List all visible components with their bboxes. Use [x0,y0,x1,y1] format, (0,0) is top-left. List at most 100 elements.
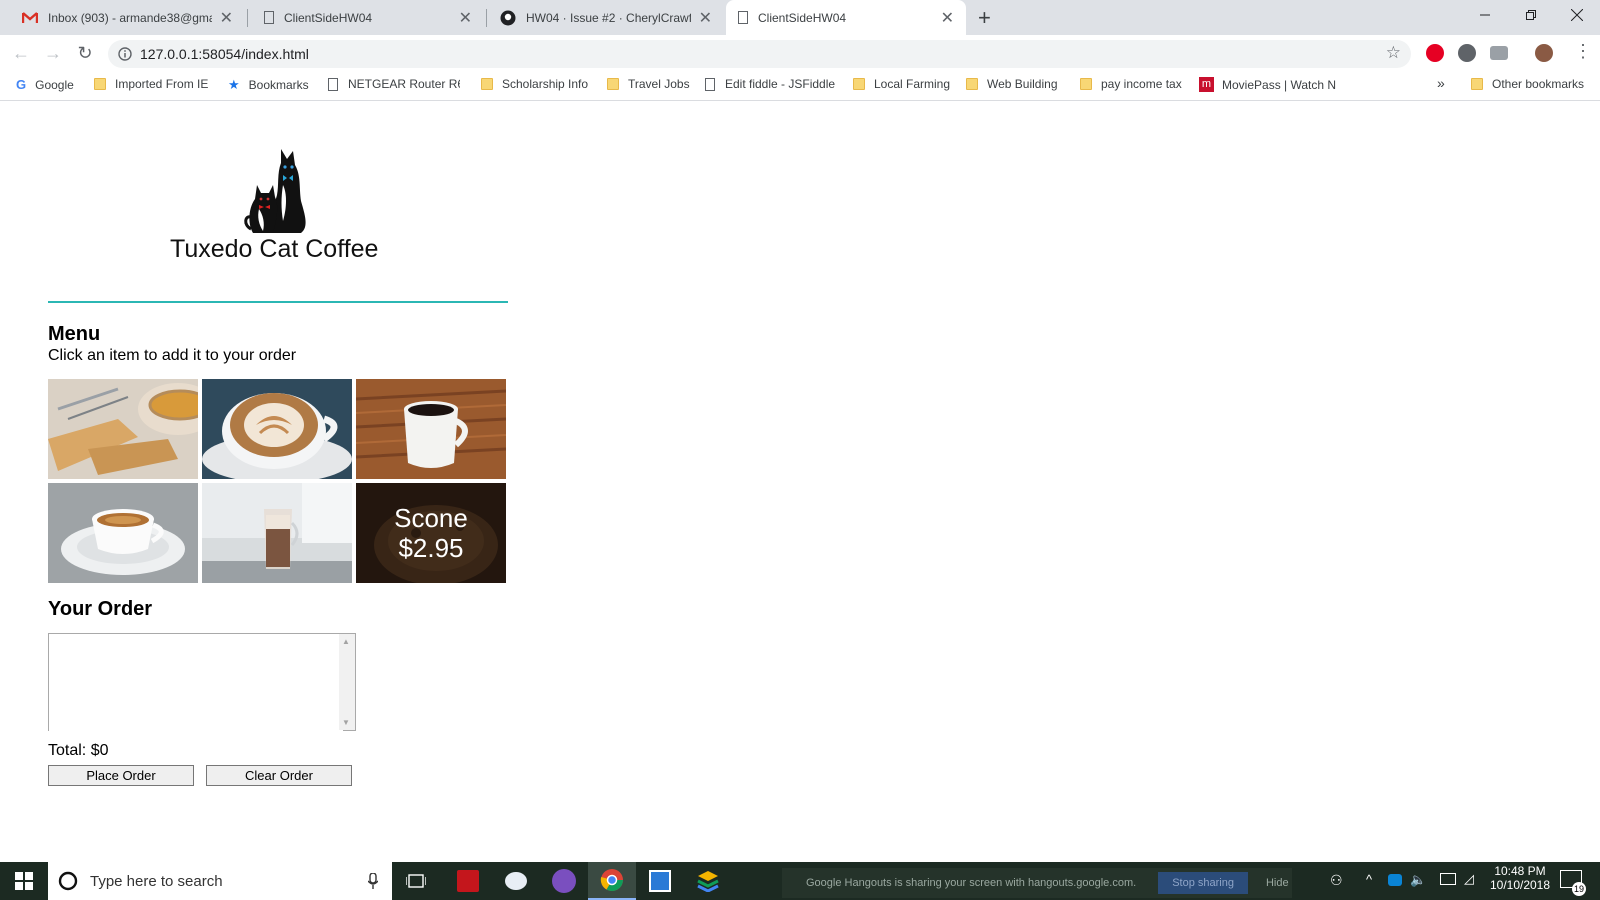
bookmark-label: Bookmarks [248,78,309,92]
clear-order-button[interactable]: Clear Order [206,765,352,786]
vs-app[interactable] [540,862,588,900]
order-textarea[interactable] [49,634,343,732]
order-list[interactable]: ▲ ▼ [48,633,356,732]
bookmark-jsfiddle[interactable]: Edit fiddle - JSFiddle [705,77,835,91]
brackets-icon [649,870,671,892]
taskbar-search[interactable]: Type here to search [48,862,392,900]
chrome-icon [600,869,623,891]
search-placeholder: Type here to search [90,872,223,890]
people-icon[interactable]: ⚇ [1330,872,1343,889]
tab-github[interactable]: HW04 · Issue #2 · CherylCrawford ✕ [488,0,724,35]
task-view-button[interactable] [392,862,440,900]
bookmark-web-building[interactable]: Web Building [966,77,1058,91]
cortana-icon [58,871,78,891]
bookmark-label: NETGEAR Router R61 [348,77,460,91]
scroll-up-icon[interactable]: ▲ [342,637,350,646]
close-window-button[interactable] [1554,0,1600,30]
close-icon[interactable]: ✕ [459,8,472,28]
menu-item-biscotti-tea[interactable] [48,379,198,479]
menu-item-scone[interactable]: Scone $2.95 [356,483,506,583]
hangouts-message: Google Hangouts is sharing your screen w… [806,877,1137,889]
windows-logo-icon [15,872,33,890]
close-icon[interactable]: ✕ [941,8,954,28]
brackets-app[interactable] [636,862,684,900]
paint-app[interactable] [492,862,540,900]
info-icon[interactable] [118,47,132,61]
page-icon [264,11,274,24]
bookmark-moviepass[interactable]: m MoviePass | Watch N [1199,77,1340,92]
onedrive-icon[interactable] [1388,874,1402,886]
layers-app[interactable] [684,862,732,900]
wifi-icon[interactable]: ◿ [1464,871,1474,887]
address-bar[interactable]: 127.0.0.1:58054/index.html ☆ [108,40,1411,68]
folder-icon [1471,78,1483,90]
close-icon[interactable]: ✕ [699,8,712,28]
more-menu-icon[interactable]: ⋮ [1574,41,1592,62]
bookmark-local-farming[interactable]: Local Farming [853,77,950,91]
item-name: Scone [394,503,468,533]
profile-avatar[interactable] [1535,44,1553,62]
battery-icon[interactable] [1440,873,1456,885]
clock-date: 10/10/2018 [1489,878,1551,892]
clock[interactable]: 10:48 PM 10/10/2018 [1484,864,1556,892]
chrome-app[interactable] [588,862,636,900]
forward-button[interactable]: → [41,41,65,65]
new-tab-button[interactable]: + [978,5,991,31]
acrobat-app[interactable] [444,862,492,900]
back-button[interactable]: ← [9,41,33,65]
bookmark-scholarship[interactable]: Scholarship Info [481,77,588,91]
page-icon [705,77,715,91]
gmail-icon [22,11,38,23]
minimize-icon [1480,14,1490,16]
order-scrollbar[interactable]: ▲ ▼ [339,634,355,730]
item-price: $2.95 [398,533,464,563]
close-icon[interactable]: ✕ [220,8,233,28]
menu-item-hot-chocolate[interactable] [202,483,352,583]
bookmark-google[interactable]: G Google [16,77,74,92]
bookmark-pay-income-tax[interactable]: pay income tax [1080,77,1182,91]
bookmark-label: Imported From IE [115,77,209,91]
bookmark-label: MoviePass | Watch N [1222,77,1337,92]
pinterest-icon[interactable] [1426,44,1444,62]
bookmark-label: Local Farming [874,77,951,91]
volume-icon[interactable]: 🔈 [1410,872,1426,888]
reload-button[interactable]: ↻ [73,41,97,65]
camera-icon[interactable] [1490,46,1508,60]
menu-item-coffee[interactable] [356,379,506,479]
bookmark-label: Google [35,77,74,92]
bookmark-travel-jobs[interactable]: Travel Jobs [607,77,690,91]
stop-sharing-button[interactable]: Stop sharing [1158,872,1248,894]
bookmark-netgear[interactable]: NETGEAR Router R61 [328,77,460,91]
tab-title: Inbox (903) - armande38@gmail [48,10,212,25]
forward-arrow-icon: → [44,42,62,63]
menu-item-espresso[interactable] [48,483,198,583]
bookmark-imported-ie[interactable]: Imported From IE [94,77,208,91]
chevron-up-icon[interactable]: ^ [1366,872,1372,887]
folder-icon [1080,78,1092,90]
restore-button[interactable] [1508,0,1554,30]
tab-title: ClientSideHW04 [758,10,847,25]
minimize-button[interactable] [1462,0,1508,30]
tab-clientside-active[interactable]: ClientSideHW04 ✕ [726,0,966,35]
scone-overlay[interactable]: Scone $2.95 [356,483,506,583]
bookmark-other[interactable]: Other bookmarks [1471,77,1584,91]
notification-count: 19 [1572,882,1586,896]
microphone-icon[interactable] [368,873,378,889]
tab-title: HW04 · Issue #2 · CherylCrawford [526,10,691,25]
folder-icon [966,78,978,90]
folder-icon [853,78,865,90]
extension-gear-icon[interactable] [1458,44,1476,62]
tab-clientside-1[interactable]: ClientSideHW04 ✕ [252,0,484,35]
tab-separator [247,9,248,27]
layers-icon [697,871,719,892]
bookmarks-overflow-button[interactable]: » [1437,75,1445,91]
menu-item-latte[interactable] [202,379,352,479]
place-order-button[interactable]: Place Order [48,765,194,786]
start-button[interactable] [0,862,48,900]
tab-gmail[interactable]: Inbox (903) - armande38@gmail ✕ [10,0,245,35]
url-text[interactable]: 127.0.0.1:58054/index.html [140,46,309,62]
bookmark-bookmarks[interactable]: ★ Bookmarks [228,77,309,93]
scroll-down-icon[interactable]: ▼ [342,718,350,727]
hide-button[interactable]: Hide [1266,877,1289,889]
bookmark-star-icon[interactable]: ☆ [1386,43,1401,63]
